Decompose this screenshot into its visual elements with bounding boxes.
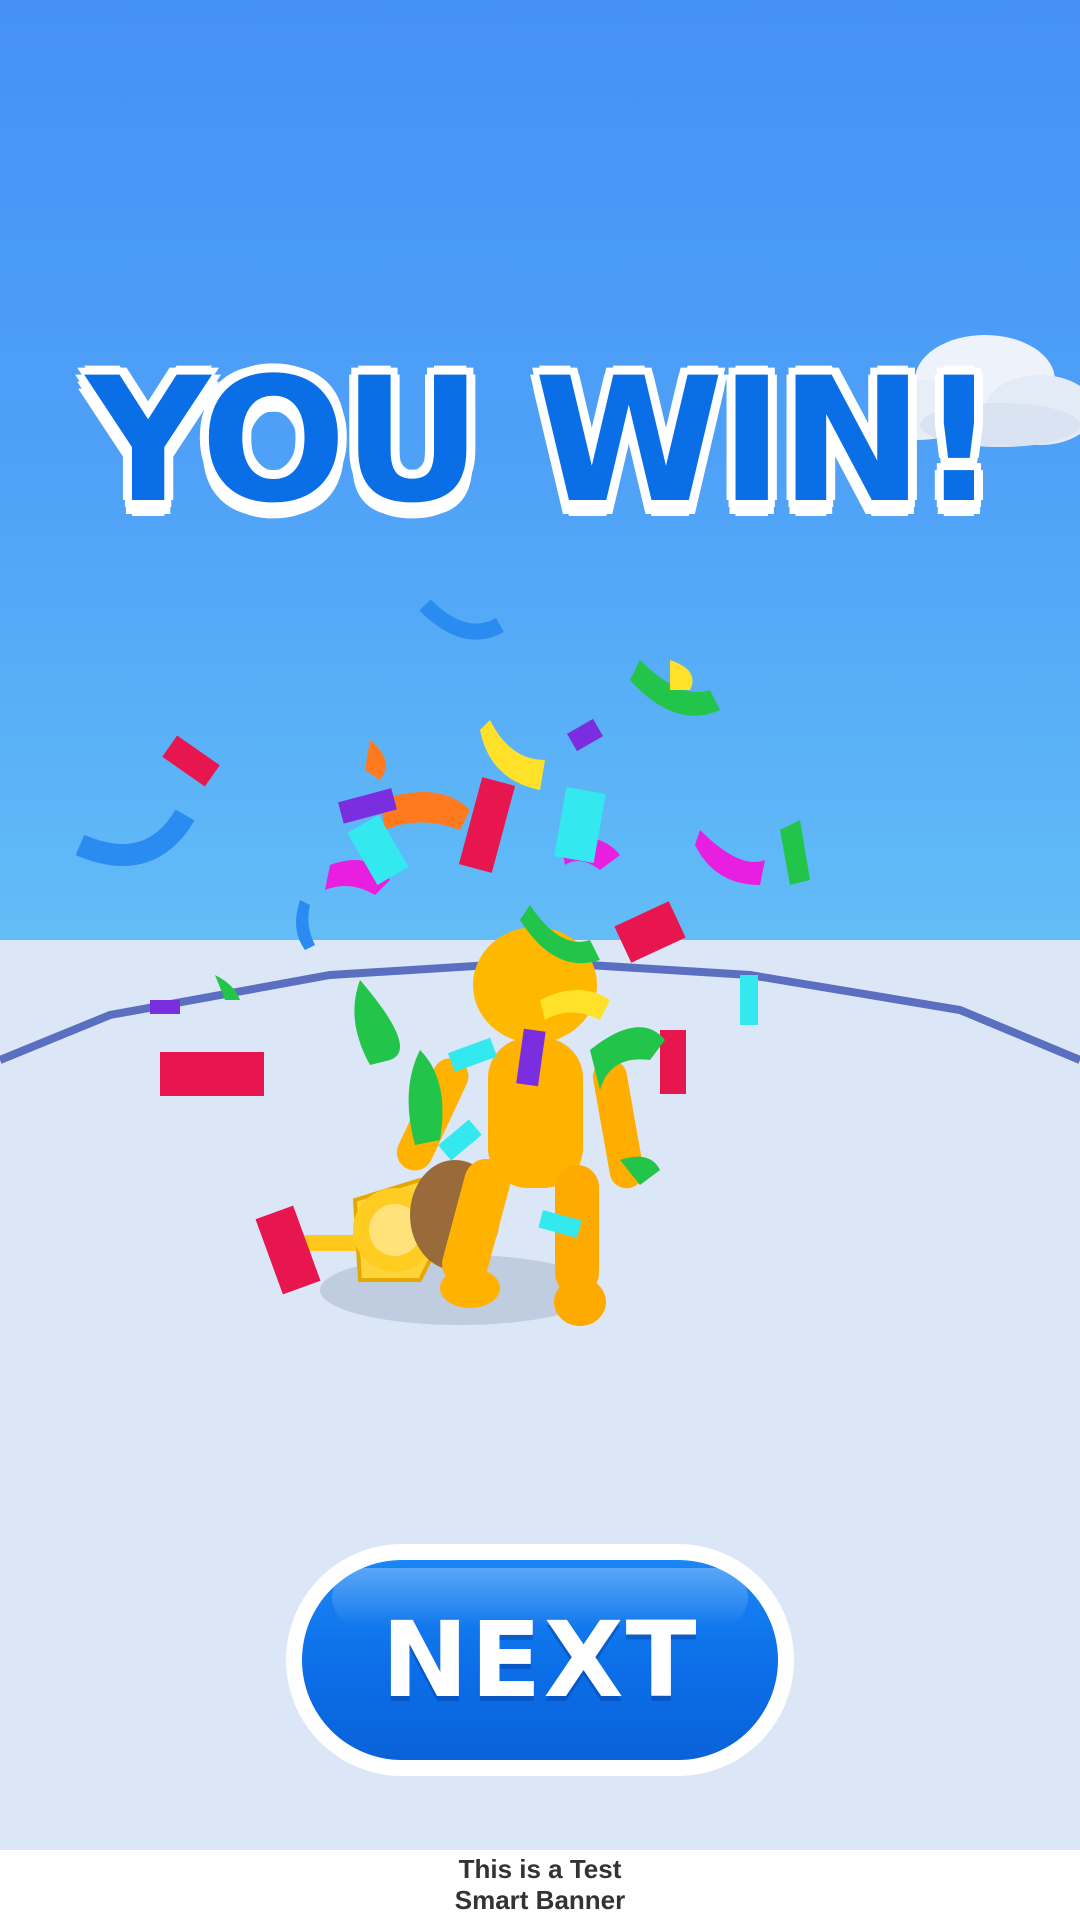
banner-text-line-2: Smart Banner <box>454 1885 626 1915</box>
next-button[interactable]: NEXT <box>286 1544 794 1776</box>
next-button-label: NEXT <box>381 1599 699 1721</box>
game-stage: YOU WIN! NEXT This is a Test Smart Banne… <box>0 0 1080 1920</box>
next-button-face[interactable]: NEXT <box>302 1560 778 1760</box>
win-title: YOU WIN! <box>85 340 998 541</box>
smart-banner[interactable]: This is a Test Smart Banner <box>0 1850 1080 1920</box>
banner-text-line-1: This is a Test <box>458 1854 622 1884</box>
